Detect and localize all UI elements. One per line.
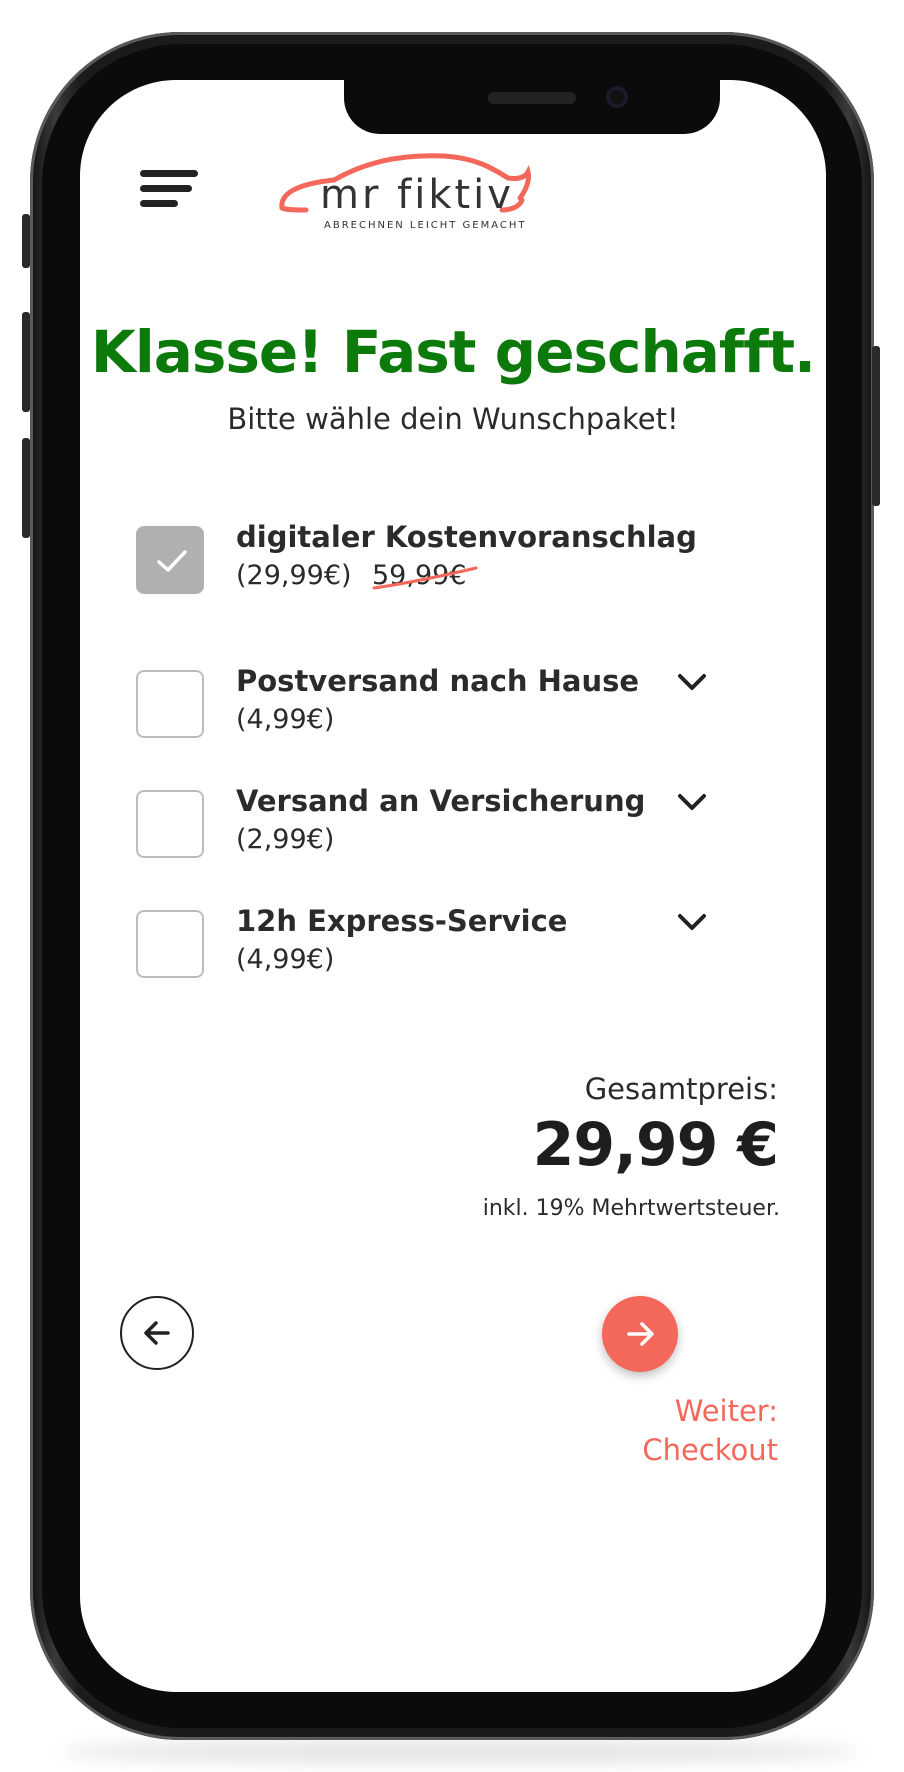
option-price: (29,99€) [236, 560, 352, 591]
hamburger-menu-icon[interactable] [140, 170, 206, 214]
side-button-power [872, 346, 880, 506]
page-subtitle: Bitte wähle dein Wunschpaket! [227, 402, 679, 436]
phone-shadow [60, 1740, 860, 1764]
option-title: Versand an Versicherung [236, 784, 646, 818]
next-button[interactable] [602, 1296, 678, 1372]
next-checkout-link[interactable]: Weiter: Checkout [642, 1392, 778, 1470]
next-label-line1: Weiter: [674, 1394, 778, 1428]
option-price: (4,99€) [236, 944, 335, 975]
option-digital-estimate: digitaler Kostenvoranschlag (29,99€) 59,… [136, 520, 756, 616]
total-price-value: 29,99 € [532, 1110, 779, 1180]
option-checkbox-checked[interactable] [136, 526, 204, 594]
total-price-label: Gesamtpreis: [584, 1072, 778, 1106]
speaker-grille [488, 92, 576, 104]
option-mail-home: Postversand nach Hause (4,99€) [136, 664, 756, 760]
option-price: (2,99€) [236, 824, 335, 855]
strikethrough-mark [372, 566, 478, 590]
page-title: Klasse! Fast geschafft. [90, 318, 816, 386]
arrow-left-icon [144, 1321, 170, 1345]
vat-note: inkl. 19% Mehrtwertsteuer. [482, 1196, 780, 1221]
app-screen: mr fiktiv ABRECHNEN LEICHT GEMACHT Klass… [80, 80, 826, 1692]
option-price: (4,99€) [236, 704, 335, 735]
option-checkbox[interactable] [136, 790, 204, 858]
option-checkbox[interactable] [136, 910, 204, 978]
option-send-insurance: Versand an Versicherung (2,99€) [136, 784, 756, 880]
checkmark-icon [157, 550, 187, 572]
next-label-line2: Checkout [642, 1433, 778, 1467]
chevron-down-icon[interactable] [674, 904, 710, 940]
chevron-down-icon[interactable] [674, 784, 710, 820]
option-title: Postversand nach Hause [236, 664, 640, 698]
option-title: digitaler Kostenvoranschlag [236, 520, 697, 554]
option-title: 12h Express-Service [236, 904, 568, 938]
side-button-silent [22, 214, 30, 268]
brand-tagline: ABRECHNEN LEICHT GEMACHT [324, 220, 527, 231]
brand-logo[interactable]: mr fiktiv ABRECHNEN LEICHT GEMACHT [276, 150, 576, 240]
option-express-service: 12h Express-Service (4,99€) [136, 904, 756, 1000]
side-button-volume-down [22, 438, 30, 538]
side-button-volume-up [22, 312, 30, 412]
brand-name: mr fiktiv [320, 172, 514, 218]
front-camera [606, 86, 628, 108]
phone-notch [344, 80, 720, 134]
chevron-down-icon[interactable] [674, 664, 710, 700]
back-button[interactable] [120, 1296, 194, 1370]
arrow-right-icon [627, 1322, 654, 1346]
option-checkbox[interactable] [136, 670, 204, 738]
